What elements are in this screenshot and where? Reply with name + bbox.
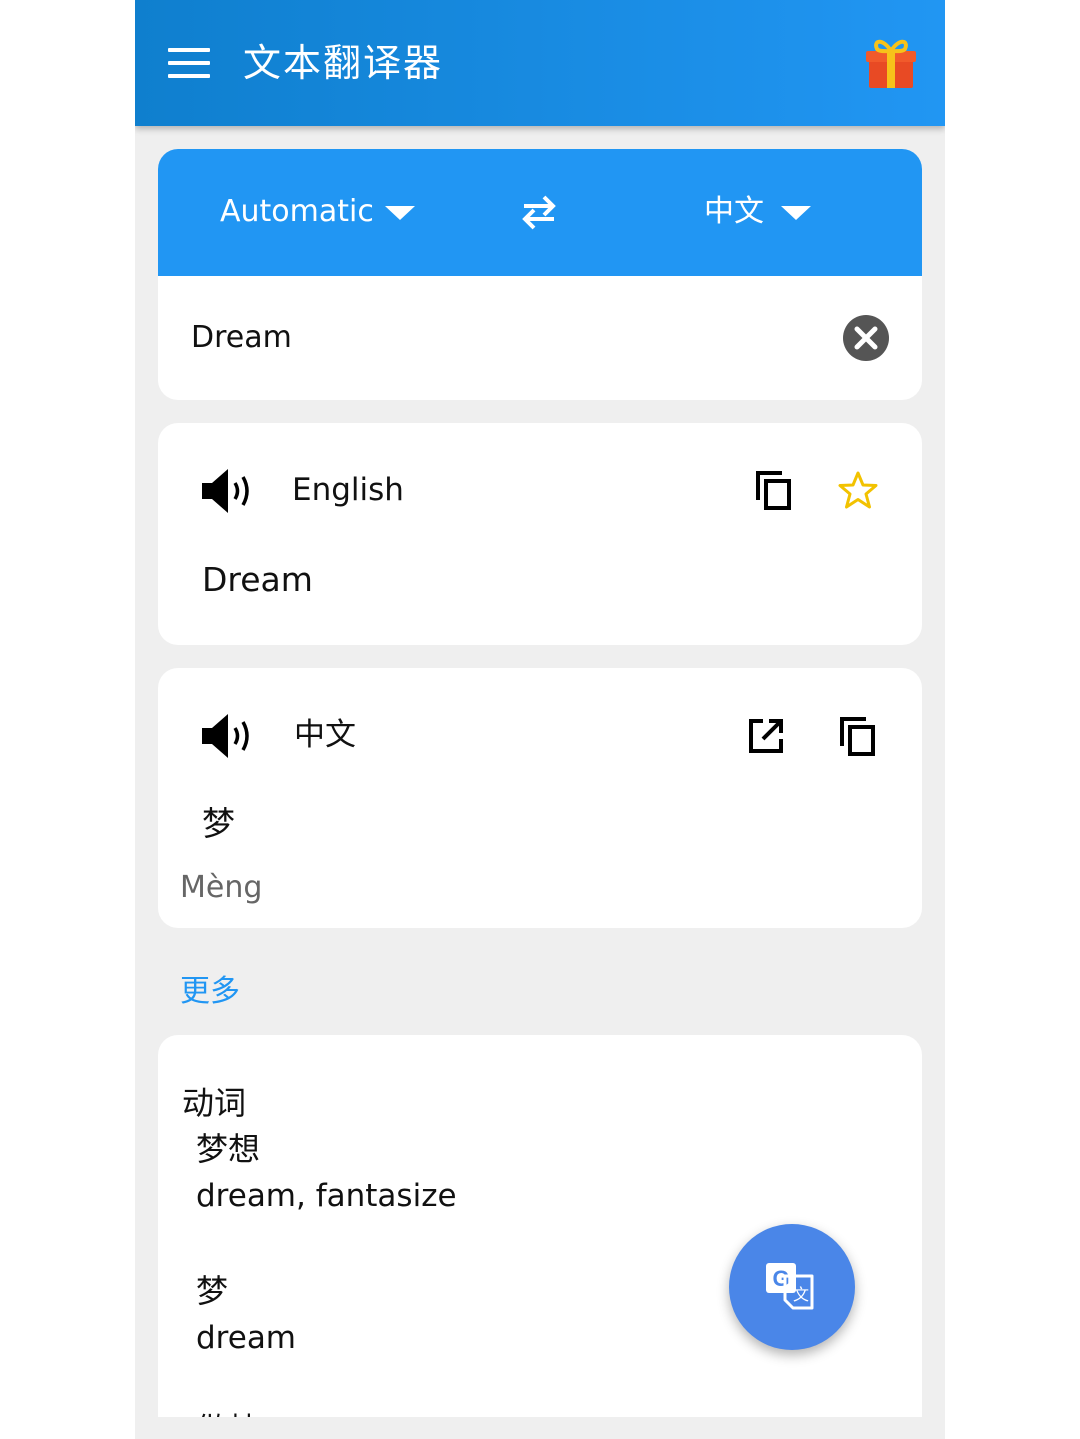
- translate-fab-button[interactable]: G 文: [729, 1224, 855, 1350]
- dictionary-word: 梦想: [196, 1130, 261, 1168]
- target-result-card: 中文 梦 Mèng: [158, 668, 922, 928]
- speaker-icon[interactable]: [200, 711, 254, 761]
- target-result-text: 梦: [202, 804, 235, 843]
- copy-icon[interactable]: [755, 470, 793, 510]
- source-dropdown-caret-icon[interactable]: [385, 206, 415, 220]
- clear-input-icon[interactable]: [843, 315, 889, 361]
- target-language-dropdown[interactable]: 中文: [704, 189, 764, 235]
- speaker-icon[interactable]: [200, 466, 254, 516]
- open-external-icon[interactable]: [747, 717, 785, 755]
- app-bar: 文本翻译器: [135, 0, 945, 126]
- app-screen: 文本翻译器 Automatic 中文 Dream English Dream 中…: [135, 0, 945, 1439]
- menu-icon[interactable]: [168, 48, 210, 78]
- language-bar: Automatic 中文: [158, 149, 922, 276]
- target-language-label: 中文: [294, 717, 356, 753]
- source-result-text: Dream: [202, 560, 313, 599]
- gift-icon[interactable]: [865, 36, 917, 90]
- dictionary-word-truncated: 做梦: [196, 1407, 258, 1417]
- more-link[interactable]: 更多: [180, 970, 240, 1014]
- dictionary-synonyms: dream: [196, 1320, 297, 1356]
- dictionary-word: 梦: [196, 1272, 229, 1310]
- source-language-dropdown[interactable]: Automatic: [220, 189, 374, 235]
- target-dropdown-caret-icon[interactable]: [781, 206, 811, 220]
- copy-icon[interactable]: [839, 716, 877, 756]
- pinyin-text: Mèng: [180, 870, 263, 905]
- source-result-card: English Dream: [158, 423, 922, 645]
- app-title: 文本翻译器: [243, 41, 444, 85]
- input-card: Automatic 中文 Dream: [158, 149, 922, 400]
- part-of-speech-label: 动词: [182, 1084, 247, 1122]
- dictionary-synonyms: dream, fantasize: [196, 1178, 457, 1214]
- favorite-star-icon[interactable]: [838, 470, 878, 510]
- svg-text:G: G: [772, 1266, 789, 1291]
- google-translate-icon: G 文: [766, 1263, 814, 1310]
- svg-text:文: 文: [793, 1285, 809, 1304]
- source-text-input[interactable]: Dream: [191, 315, 292, 361]
- source-language-label: English: [292, 472, 404, 508]
- swap-languages-icon[interactable]: [520, 194, 558, 230]
